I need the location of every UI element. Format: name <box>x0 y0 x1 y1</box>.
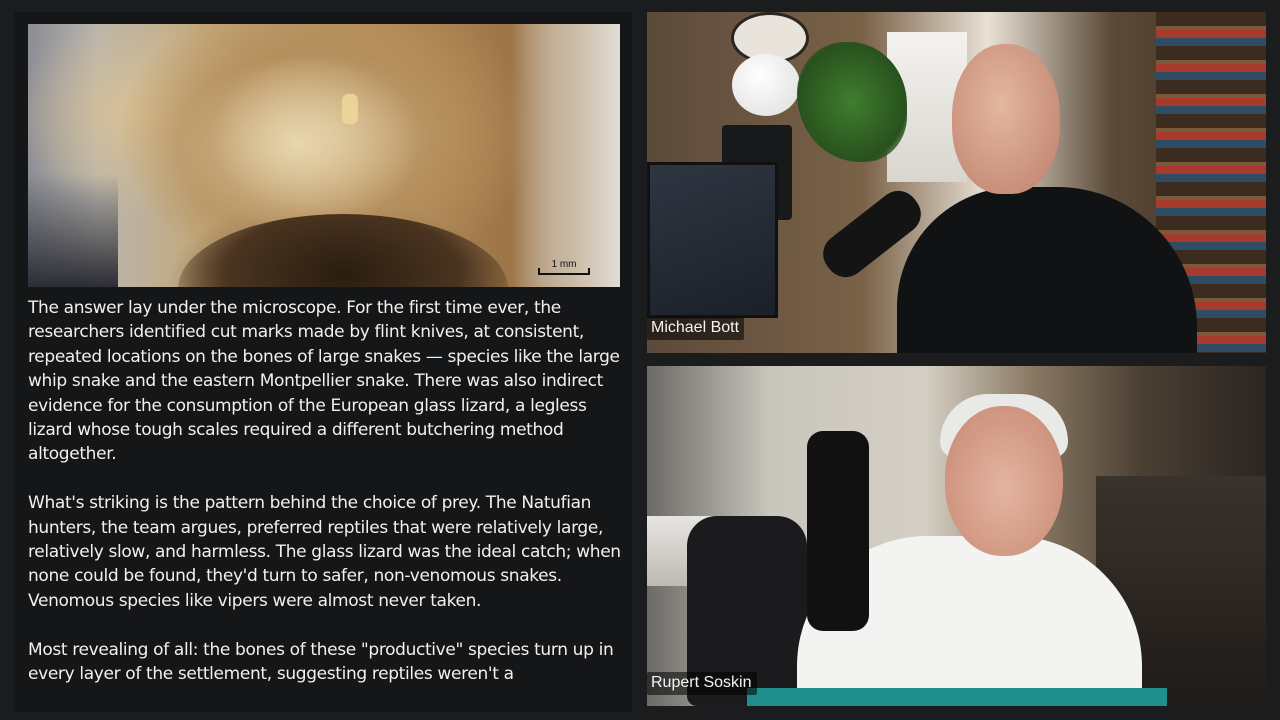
participant-head <box>952 44 1060 194</box>
participant-video-michael-bott[interactable]: Michael Bott <box>647 12 1266 353</box>
participant-video-rupert-soskin[interactable]: Rupert Soskin <box>647 366 1266 706</box>
microscope-bone-image: 1 mm <box>28 24 620 287</box>
article-paragraph-2: What's striking is the pattern behind th… <box>28 493 621 611</box>
participant-name-label: Michael Bott <box>647 317 745 340</box>
computer-monitor <box>647 162 778 318</box>
scale-bar: 1 mm <box>538 259 590 277</box>
scale-bar-tick-right <box>588 268 590 275</box>
shared-content-panel: 1 mm The answer lay under the microscope… <box>14 12 632 712</box>
image-shadow <box>28 174 118 287</box>
bone-cavity <box>178 214 508 287</box>
desk-mat <box>747 688 1167 706</box>
participant-name-label: Rupert Soskin <box>647 672 757 695</box>
bone-highlight <box>342 94 358 124</box>
lamp <box>732 54 800 116</box>
article-text: The answer lay under the microscope. For… <box>28 296 628 711</box>
article-paragraph-3: Most revealing of all: the bones of thes… <box>28 639 614 685</box>
image-background <box>510 24 620 287</box>
article-paragraph-1: The answer lay under the microscope. For… <box>28 298 620 465</box>
scale-bar-label: 1 mm <box>551 259 577 270</box>
scale-bar-line <box>538 273 590 275</box>
participant-head <box>945 406 1063 556</box>
microphone <box>807 431 869 631</box>
